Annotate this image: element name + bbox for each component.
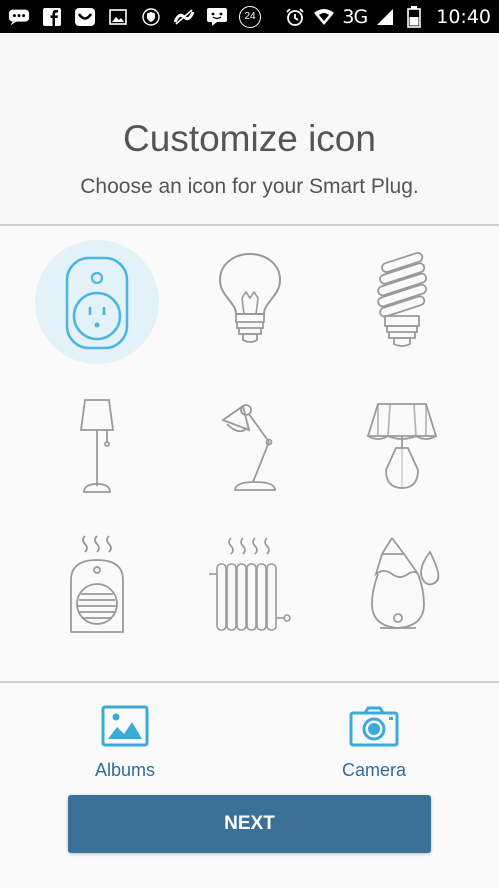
icon-option-humidifier[interactable] bbox=[340, 524, 464, 648]
icon-option-space-heater[interactable] bbox=[35, 524, 159, 648]
chat-icon bbox=[8, 7, 30, 27]
space-heater-icon bbox=[70, 535, 124, 633]
camera-button[interactable]: Camera bbox=[324, 705, 424, 781]
table-lamp-icon bbox=[366, 403, 438, 489]
network-type: 3G bbox=[342, 5, 368, 28]
cfl-bulb-icon bbox=[377, 252, 428, 347]
smile-app-icon bbox=[74, 7, 96, 27]
albums-label: Albums bbox=[94, 760, 156, 780]
bottom-actions: Albums Camera NEXT bbox=[0, 683, 499, 888]
icon-option-floor-lamp[interactable] bbox=[35, 384, 159, 508]
icon-option-cfl-bulb[interactable] bbox=[340, 240, 464, 364]
albums-icon bbox=[101, 705, 149, 747]
light-bulb-icon bbox=[218, 252, 282, 343]
page-subtitle: Choose an icon for your Smart Plug. bbox=[80, 175, 419, 198]
badge-24-icon: 24 bbox=[239, 5, 261, 28]
signal-icon bbox=[374, 7, 396, 27]
smart-plug-icon bbox=[65, 256, 129, 350]
albums-button[interactable]: Albums bbox=[75, 705, 175, 781]
alarm-icon bbox=[284, 7, 306, 27]
camera-icon bbox=[349, 706, 399, 747]
slash-app-icon bbox=[173, 7, 195, 27]
floor-lamp-icon bbox=[79, 399, 115, 493]
icon-grid bbox=[0, 226, 499, 681]
icon-option-desk-lamp[interactable] bbox=[188, 384, 312, 508]
page-title: Customize icon bbox=[123, 118, 376, 159]
image-icon bbox=[107, 7, 129, 27]
wifi-icon bbox=[313, 7, 335, 27]
message-icon bbox=[206, 7, 228, 27]
icon-option-smart-plug[interactable] bbox=[35, 240, 159, 364]
desk-lamp-icon bbox=[221, 404, 276, 491]
clock: 10:40 bbox=[436, 5, 491, 28]
header: Customize icon Choose an icon for your S… bbox=[0, 33, 499, 225]
camera-label: Camera bbox=[341, 760, 407, 780]
icon-option-radiator[interactable] bbox=[188, 524, 312, 648]
next-button[interactable]: NEXT bbox=[68, 795, 431, 853]
icon-option-table-lamp[interactable] bbox=[340, 384, 464, 508]
status-bar: 24 3G 10:40 bbox=[0, 0, 499, 33]
facebook-icon bbox=[41, 7, 63, 27]
radiator-icon bbox=[209, 537, 291, 631]
icon-option-light-bulb[interactable] bbox=[188, 240, 312, 364]
humidifier-icon bbox=[371, 537, 440, 629]
shield-icon bbox=[140, 7, 162, 27]
battery-icon bbox=[403, 5, 425, 28]
